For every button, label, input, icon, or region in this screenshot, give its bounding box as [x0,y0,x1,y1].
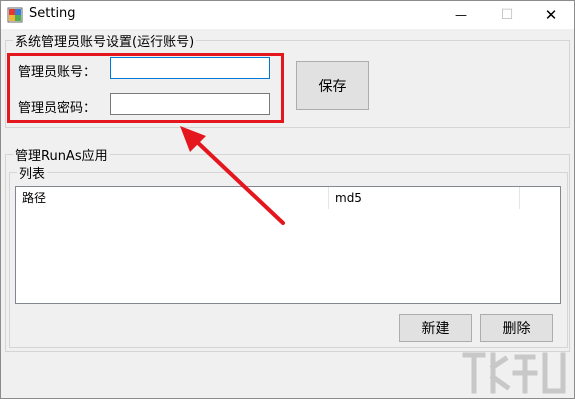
highlight-box [7,53,284,123]
close-button[interactable]: ✕ [528,1,574,29]
close-icon: ✕ [544,6,558,24]
maximize-button[interactable]: ☐ [484,1,530,29]
settings-window: Setting — ☐ ✕ 系统管理员账号设置(运行账号) 管理员账号： 管理员… [0,0,575,399]
title-bar[interactable]: Setting — ☐ ✕ [1,1,574,29]
save-button[interactable]: 保存 [296,61,369,110]
new-button[interactable]: 新建 [399,314,472,342]
runas-list[interactable]: 路径 md5 [15,186,561,304]
maximize-icon: ☐ [500,7,514,23]
runas-group-title: 管理RunAs应用 [13,145,110,164]
minimize-button[interactable]: — [438,1,484,29]
delete-button[interactable]: 删除 [480,314,553,342]
column-header-md5[interactable]: md5 [329,187,519,209]
app-icon [7,7,23,23]
window-title: Setting [29,6,76,21]
minimize-icon: — [455,8,467,22]
admin-account-group-title: 系统管理员账号设置(运行账号) [13,31,197,50]
column-header-path[interactable]: 路径 [16,187,328,209]
column-separator[interactable] [519,187,520,209]
list-group-title: 列表 [17,163,48,182]
watermark-logo-icon [462,352,566,394]
